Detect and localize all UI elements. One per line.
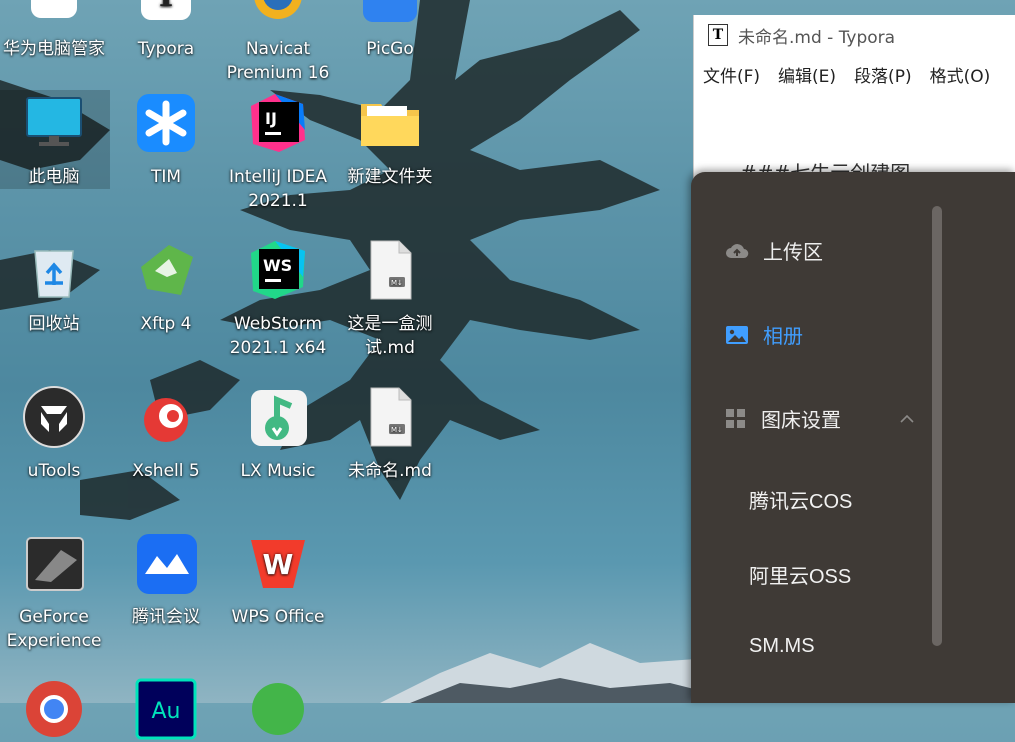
desktop-shortcut[interactable]: M↓ 未命名.md bbox=[334, 384, 446, 483]
desktop-shortcut-label: 回收站 bbox=[28, 314, 80, 334]
desktop-shortcut[interactable]: TIM bbox=[110, 90, 222, 189]
desktop-shortcut[interactable]: IJ IntelliJ IDEA 2021.1 bbox=[222, 90, 334, 213]
markdown-file-icon: M↓ bbox=[370, 387, 412, 447]
desktop-shortcut[interactable]: Xshell 5 bbox=[110, 384, 222, 483]
wechat-icon[interactable] bbox=[245, 676, 311, 742]
svg-text:T: T bbox=[155, 0, 178, 14]
nav-upload[interactable]: 上传区 bbox=[725, 236, 823, 265]
desktop-shortcut-label: LX Music bbox=[240, 461, 316, 481]
image-icon bbox=[726, 325, 748, 344]
desktop-shortcut-label: IntelliJ IDEA 2021.1 bbox=[229, 167, 327, 211]
desktop-shortcut-label: 新建文件夹 bbox=[347, 167, 433, 187]
sidebar-scrollbar[interactable] bbox=[932, 206, 942, 646]
desktop-shortcut[interactable]: 腾讯会议 bbox=[110, 530, 222, 629]
desktop-shortcut[interactable]: uTools bbox=[0, 384, 110, 483]
chevron-up-icon[interactable] bbox=[899, 414, 915, 424]
desktop-shortcut[interactable]: Xftp 4 bbox=[110, 237, 222, 336]
desktop-shortcut-label: TIM bbox=[150, 167, 182, 187]
new-folder-icon bbox=[361, 104, 419, 146]
desktop-shortcut[interactable]: 华为电脑管家 bbox=[0, 0, 110, 61]
desktop-shortcut[interactable]: 此电脑 bbox=[0, 90, 110, 189]
typora-logo-icon: T bbox=[708, 24, 728, 46]
desktop-shortcut-label: Xshell 5 bbox=[132, 461, 200, 481]
desktop-shortcut-label: 这是一盒测试.md bbox=[347, 314, 433, 358]
picgo-icon bbox=[363, 0, 417, 22]
desktop-shortcut-label: 此电脑 bbox=[28, 167, 80, 187]
desktop-shortcut[interactable]: GeForce Experience bbox=[0, 530, 110, 653]
nav-album[interactable]: 相册 bbox=[725, 320, 803, 349]
svg-text:M↓: M↓ bbox=[391, 279, 403, 287]
wallpaper-mountain bbox=[380, 643, 710, 703]
nav-settings-label: 图床设置 bbox=[761, 410, 841, 432]
desktop-shortcut[interactable]: WS WebStorm 2021.1 x64 bbox=[222, 237, 334, 360]
desktop-shortcut-label: PicGo bbox=[366, 39, 414, 59]
geforce-icon bbox=[26, 537, 84, 591]
desktop-shortcut-label: uTools bbox=[27, 461, 81, 481]
intellij-idea-icon: IJ bbox=[251, 94, 305, 152]
nav-album-label: 相册 bbox=[763, 326, 803, 348]
markdown-file-icon: M↓ bbox=[370, 240, 412, 300]
nav-smms[interactable]: SM.MS bbox=[749, 635, 815, 658]
tim-icon bbox=[137, 94, 195, 152]
typora-icon: T bbox=[141, 0, 191, 20]
typora-titlebar[interactable]: T 未命名.md - Typora bbox=[694, 15, 1015, 55]
this-pc-icon bbox=[26, 97, 82, 146]
svg-text:M↓: M↓ bbox=[391, 426, 403, 434]
menu-file[interactable]: 文件(F) bbox=[694, 62, 769, 87]
desktop-shortcut-label: Xftp 4 bbox=[140, 314, 192, 334]
grid-icon bbox=[726, 408, 745, 428]
audition-icon[interactable]: Au bbox=[133, 676, 199, 742]
nav-pic-bed-settings[interactable]: 图床设置 bbox=[725, 404, 915, 433]
window-title: 未命名.md - Typora bbox=[738, 27, 896, 48]
utools-icon bbox=[23, 386, 85, 448]
wps-office-icon: W bbox=[251, 540, 305, 588]
svg-text:W: W bbox=[263, 548, 294, 581]
cloud-upload-icon bbox=[726, 243, 749, 258]
typora-menubar: 文件(F) 编辑(E) 段落(P) 格式(O) bbox=[694, 55, 1015, 93]
lx-music-icon bbox=[251, 390, 307, 446]
xftp-icon bbox=[141, 245, 193, 295]
desktop-shortcut-label: GeForce Experience bbox=[6, 607, 102, 651]
desktop-shortcut[interactable]: 新建文件夹 bbox=[334, 90, 446, 189]
nav-upload-label: 上传区 bbox=[763, 242, 823, 264]
tencent-meeting-icon bbox=[137, 534, 197, 594]
menu-paragraph[interactable]: 段落(P) bbox=[845, 62, 921, 87]
desktop-shortcut-label: WebStorm 2021.1 x64 bbox=[229, 314, 327, 358]
desktop-shortcut-label: 华为电脑管家 bbox=[3, 39, 105, 59]
desktop-shortcut[interactable]: M↓ 这是一盒测试.md bbox=[334, 237, 446, 360]
desktop-shortcut[interactable]: T Typora bbox=[110, 0, 222, 61]
menu-format[interactable]: 格式(O) bbox=[921, 62, 1000, 87]
desktop-shortcut[interactable]: Navicat Premium 16 bbox=[222, 0, 334, 85]
desktop-shortcut[interactable]: 回收站 bbox=[0, 237, 110, 336]
menu-edit[interactable]: 编辑(E) bbox=[769, 62, 845, 87]
desktop-shortcut[interactable]: LX Music bbox=[222, 384, 334, 483]
chrome-icon[interactable] bbox=[21, 676, 87, 742]
desktop-shortcut-label: 未命名.md bbox=[348, 461, 432, 481]
nav-aliyun-oss[interactable]: 阿里云OSS bbox=[749, 560, 851, 589]
svg-text:WS: WS bbox=[263, 256, 292, 275]
nav-tencent-cos[interactable]: 腾讯云COS bbox=[749, 485, 852, 514]
desktop-shortcut-label: Typora bbox=[137, 39, 195, 59]
svg-text:IJ: IJ bbox=[265, 109, 277, 128]
desktop-shortcut-label: 腾讯会议 bbox=[132, 607, 200, 627]
webstorm-icon: WS bbox=[251, 241, 305, 299]
recycle-bin-icon bbox=[34, 250, 74, 298]
navicat-icon bbox=[254, 0, 302, 19]
huawei-pc-manager-icon bbox=[31, 0, 77, 18]
desktop-shortcut-label: Navicat Premium 16 bbox=[226, 39, 330, 83]
desktop-shortcut-label: WPS Office bbox=[231, 607, 325, 627]
picgo-sidebar: 上传区 相册 图床设置 腾讯云COS 阿里云OSS SM.MS bbox=[691, 172, 1015, 703]
desktop-shortcut[interactable]: PicGo bbox=[334, 0, 446, 61]
desktop-shortcut[interactable]: W WPS Office bbox=[222, 530, 334, 629]
xshell-icon bbox=[144, 398, 188, 442]
